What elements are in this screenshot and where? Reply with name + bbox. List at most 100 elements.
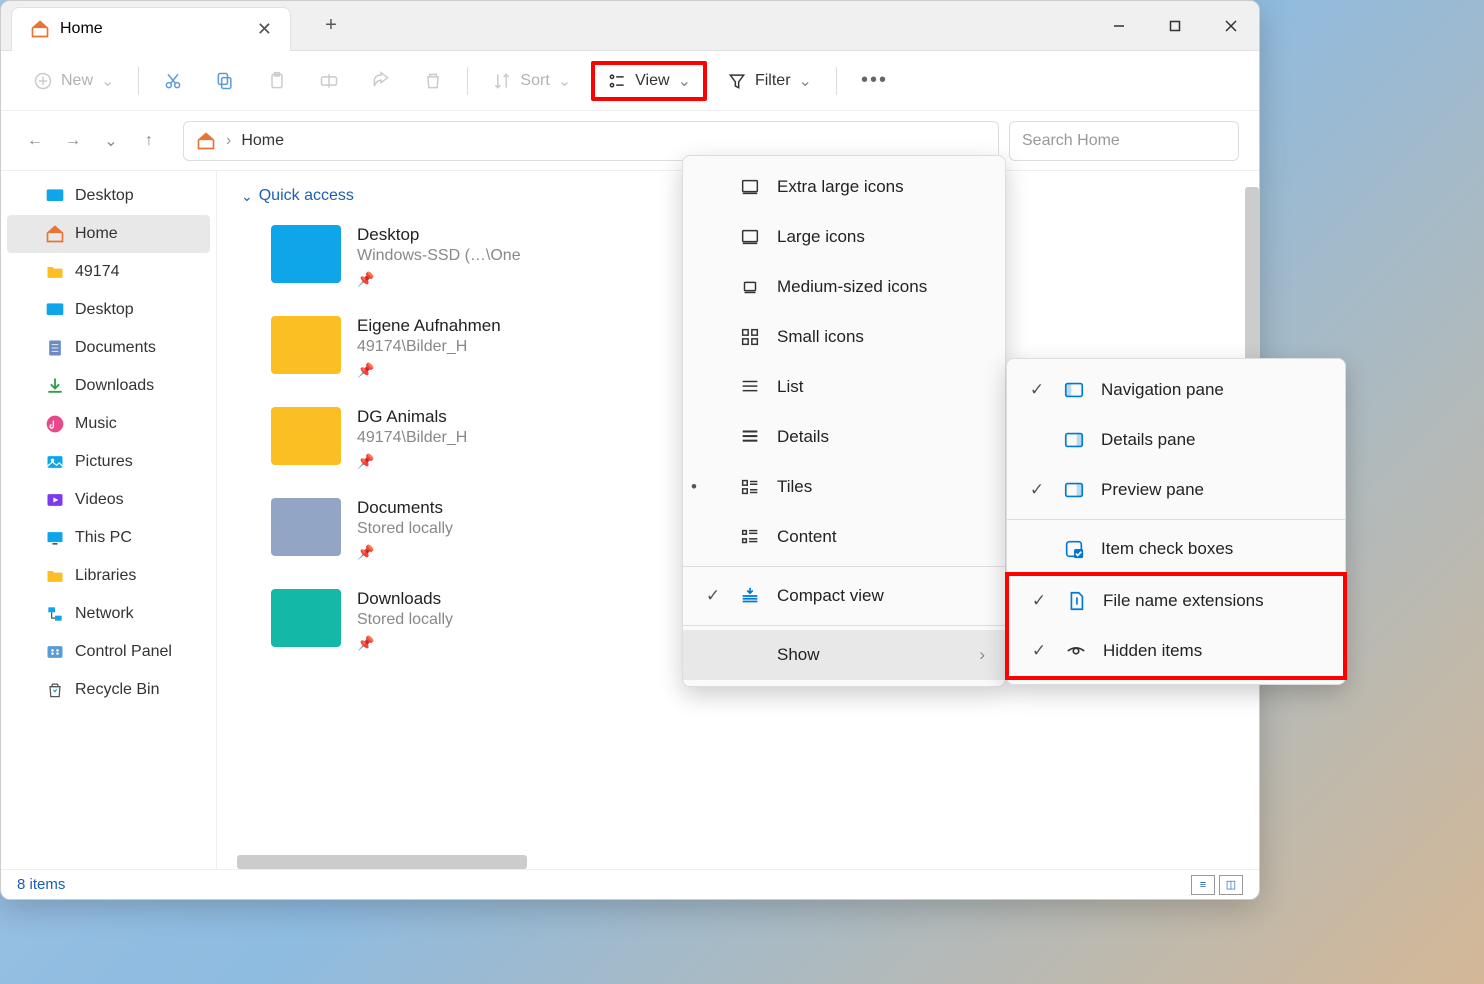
view-menu-item-extra-large-icons[interactable]: Extra large icons (683, 162, 1005, 212)
sidebar-item-this-pc[interactable]: This PC (1, 519, 216, 557)
sidebar-item-desktop[interactable]: Desktop (1, 291, 216, 329)
copy-icon (215, 71, 235, 91)
close-button[interactable] (1203, 1, 1259, 51)
compact-icon (739, 585, 761, 607)
sidebar-item-label: Downloads (75, 377, 154, 395)
item-name: Desktop (357, 225, 521, 245)
view-menu-item-tiles[interactable]: Tiles (683, 462, 1005, 512)
tiles-view-toggle[interactable]: ◫ (1219, 875, 1243, 895)
up-button[interactable]: ↑ (135, 127, 163, 155)
rename-button[interactable] (307, 61, 351, 101)
sidebar-item-label: Pictures (75, 453, 133, 471)
paste-icon (267, 71, 287, 91)
divider (836, 67, 837, 95)
sort-button[interactable]: Sort⌄ (480, 61, 583, 101)
forward-button[interactable]: → (59, 127, 87, 155)
item-path: 49174\Bilder_H (357, 429, 467, 447)
menu-item-label: Preview pane (1101, 480, 1204, 500)
maximize-button[interactable] (1147, 1, 1203, 51)
item-name: DG Animals (357, 407, 467, 427)
view-menu-show[interactable]: Show› (683, 630, 1005, 680)
sidebar-item-label: This PC (75, 529, 132, 547)
sidebar-item-label: Recycle Bin (75, 681, 159, 699)
cut-button[interactable] (151, 61, 195, 101)
menu-item-label: Navigation pane (1101, 380, 1224, 400)
share-button[interactable] (359, 61, 403, 101)
menu-item-label: Medium-sized icons (777, 277, 927, 297)
sidebar-item-downloads[interactable]: Downloads (1, 367, 216, 405)
view-menu: Extra large iconsLarge icons Medium-sized… (682, 155, 1006, 687)
sidebar-item-libraries[interactable]: Libraries (1, 557, 216, 595)
sidebar-item-music[interactable]: Music (1, 405, 216, 443)
home-icon (30, 19, 50, 39)
nav-row: ← → ⌄ ↑ › Home Search Home (1, 111, 1259, 171)
new-button[interactable]: New⌄ (21, 61, 126, 101)
divider (467, 67, 468, 95)
view-menu-item-details[interactable]: Details (683, 412, 1005, 462)
scrollbar-horizontal[interactable] (237, 855, 527, 869)
new-tab-button[interactable]: + (311, 6, 351, 46)
pin-icon: 📌 (357, 271, 521, 288)
view-menu-item-large-icons[interactable]: Large icons (683, 212, 1005, 262)
show-menu-item-details-pane[interactable]: Details pane (1007, 415, 1345, 465)
home-icon (45, 224, 65, 244)
details-view-toggle[interactable]: ≡ (1191, 875, 1215, 895)
tab-title: Home (60, 20, 103, 38)
show-menu-item-navigation-pane[interactable]: ✓Navigation pane (1007, 365, 1345, 415)
download-icon (45, 376, 65, 396)
copy-button[interactable] (203, 61, 247, 101)
paste-button[interactable] (255, 61, 299, 101)
item-count: 8 items (17, 876, 65, 893)
tab-close-icon[interactable]: ✕ (257, 19, 272, 40)
menu-item-label: Hidden items (1103, 641, 1202, 661)
view-menu-item-medium-sized-icons[interactable]: Medium-sized icons (683, 262, 1005, 312)
sidebar-item-pictures[interactable]: Pictures (1, 443, 216, 481)
sidebar-item-label: Network (75, 605, 134, 623)
sidebar-item-recycle-bin[interactable]: Recycle Bin (1, 671, 216, 709)
chevron-right-icon: › (979, 645, 985, 665)
sidebar-item-49174[interactable]: 49174 (1, 253, 216, 291)
view-menu-compact[interactable]: ✓Compact view (683, 571, 1005, 621)
filter-button[interactable]: Filter⌄ (715, 61, 824, 101)
highlight-annotation: ✓File name extensions✓Hidden items (1005, 572, 1347, 680)
sidebar-item-documents[interactable]: Documents (1, 329, 216, 367)
control-icon (45, 642, 65, 662)
search-input[interactable]: Search Home (1009, 121, 1239, 161)
breadcrumb-location[interactable]: Home (241, 132, 284, 150)
home-icon (196, 131, 216, 151)
folder-icon (271, 498, 341, 556)
recent-button[interactable]: ⌄ (97, 127, 125, 155)
sidebar-item-desktop[interactable]: Desktop (1, 177, 216, 215)
view-menu-item-content[interactable]: Content (683, 512, 1005, 562)
divider (138, 67, 139, 95)
desktop-img-icon (45, 186, 65, 206)
sidebar-item-label: Control Panel (75, 643, 172, 661)
show-menu-item-hidden-items[interactable]: ✓Hidden items (1009, 626, 1343, 676)
sidebar-item-network[interactable]: Network (1, 595, 216, 633)
view-menu-item-list[interactable]: List (683, 362, 1005, 412)
sidebar-item-label: Home (75, 225, 118, 243)
show-menu-item-item-check-boxes[interactable]: Item check boxes (1007, 524, 1345, 574)
sidebar: DesktopHome49174DesktopDocumentsDownload… (1, 171, 217, 869)
delete-button[interactable] (411, 61, 455, 101)
sidebar-item-label: Desktop (75, 187, 134, 205)
item-name: Downloads (357, 589, 453, 609)
minimize-button[interactable] (1091, 1, 1147, 51)
sidebar-item-home[interactable]: Home (7, 215, 210, 253)
back-button[interactable]: ← (21, 127, 49, 155)
document-icon (45, 338, 65, 358)
sidebar-item-control-panel[interactable]: Control Panel (1, 633, 216, 671)
pin-icon: 📌 (357, 362, 501, 379)
eye-icon (1065, 640, 1087, 662)
folder-icon (271, 407, 341, 465)
sidebar-item-label: Documents (75, 339, 156, 357)
view-menu-item-small-icons[interactable]: Small icons (683, 312, 1005, 362)
sidebar-item-videos[interactable]: Videos (1, 481, 216, 519)
sidebar-item-label: Music (75, 415, 117, 433)
more-button[interactable]: ••• (849, 61, 900, 101)
item-path: 49174\Bilder_H (357, 338, 501, 356)
tab-home[interactable]: Home ✕ (11, 7, 291, 51)
view-button[interactable]: View⌄ (591, 61, 707, 101)
show-menu-item-file-name-extensions[interactable]: ✓File name extensions (1009, 576, 1343, 626)
show-menu-item-preview-pane[interactable]: ✓Preview pane (1007, 465, 1345, 515)
